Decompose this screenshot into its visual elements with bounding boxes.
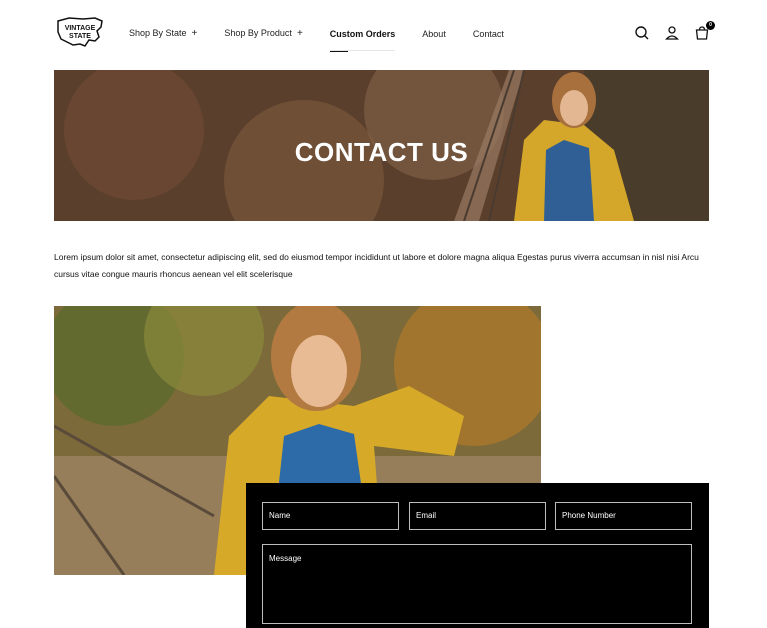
nav-label: Custom Orders xyxy=(329,28,396,39)
nav-shop-by-state[interactable]: Shop By State + xyxy=(129,28,197,39)
nav-custom-orders[interactable]: Custom Orders xyxy=(329,28,396,52)
nav-label: Contact xyxy=(472,28,504,39)
name-field[interactable]: Name xyxy=(262,502,399,530)
hero-title: CONTACT US xyxy=(294,137,469,167)
user-icon[interactable] xyxy=(664,25,680,41)
cart-count-badge: 0 xyxy=(706,21,715,30)
nav-contact[interactable]: Contact xyxy=(473,29,504,39)
phone-placeholder: Phone Number xyxy=(562,511,616,520)
email-placeholder: Email xyxy=(416,511,437,520)
contact-form: Name Email Phone Number Message xyxy=(246,483,709,628)
nav-about[interactable]: About xyxy=(422,29,446,39)
cart-icon[interactable]: 0 xyxy=(694,21,715,41)
logo-text-line1: VINTAGE xyxy=(65,25,96,32)
search-icon[interactable] xyxy=(634,25,650,41)
header-icons: 0 xyxy=(634,21,715,41)
nav-label: About xyxy=(422,28,446,39)
email-field[interactable]: Email xyxy=(409,502,546,530)
main-nav: Shop By State + Shop By Product + Custom O… xyxy=(129,28,531,52)
message-placeholder: Message xyxy=(269,554,302,563)
nav-label: Shop By State xyxy=(129,28,187,38)
nav-shop-by-product[interactable]: Shop By Product + xyxy=(224,28,302,39)
plus-icon: + xyxy=(296,28,303,39)
message-field[interactable]: Message xyxy=(262,544,692,624)
brand-logo[interactable]: VINTAGE STATE xyxy=(55,15,105,51)
hero-banner: CONTACT US xyxy=(54,70,709,221)
intro-paragraph: Lorem ipsum dolor sit amet, consectetur … xyxy=(54,252,699,279)
site-header: VINTAGE STATE Shop By State + Shop By Pro… xyxy=(0,0,767,70)
nav-label: Shop By Product xyxy=(224,28,292,38)
name-placeholder: Name xyxy=(269,511,291,520)
phone-field[interactable]: Phone Number xyxy=(555,502,692,530)
plus-icon: + xyxy=(191,28,198,39)
logo-text-line2: STATE xyxy=(69,33,91,40)
